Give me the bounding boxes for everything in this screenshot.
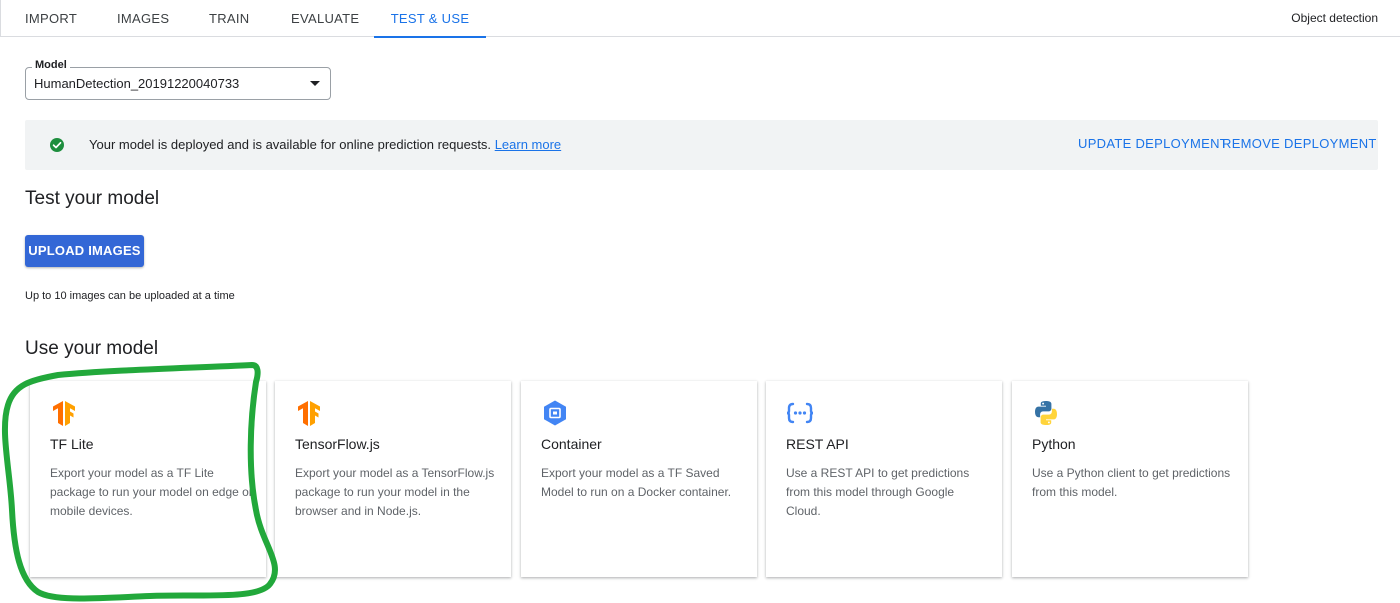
update-deployment-button[interactable]: UPDATE DEPLOYMENT — [1078, 120, 1228, 168]
deployment-message: Your model is deployed and is available … — [89, 120, 561, 170]
tab-images[interactable]: IMAGES — [117, 0, 169, 37]
upload-images-button[interactable]: UPLOAD IMAGES — [25, 235, 144, 267]
tab-test-use[interactable]: TEST & USE — [374, 0, 486, 38]
tensorflow-icon — [298, 401, 320, 426]
deployment-status-banner: Your model is deployed and is available … — [25, 120, 1378, 170]
model-type-label: Object detection — [1291, 11, 1378, 25]
tab-bar: IMPORT IMAGES TRAIN EVALUATE TEST & USE … — [0, 0, 1400, 38]
test-section-title: Test your model — [25, 188, 160, 209]
learn-more-link[interactable]: Learn more — [495, 137, 561, 152]
python-icon — [1035, 401, 1057, 425]
card-rest-api[interactable]: REST API Use a REST API to get predictio… — [766, 381, 1002, 577]
deployment-message-text: Your model is deployed and is available … — [89, 137, 492, 152]
card-description: Export your model as a TF Lite package t… — [50, 466, 253, 518]
card-tensorflow-js[interactable]: TensorFlow.js Export your model as a Ten… — [275, 381, 511, 577]
card-description: Use a Python client to get predictions f… — [1032, 466, 1231, 499]
card-description: Export your model as a TF Saved Model to… — [541, 466, 732, 499]
card-title: TF Lite — [50, 436, 94, 452]
automl-test-use-page: IMPORT IMAGES TRAIN EVALUATE TEST & USE … — [0, 0, 1400, 603]
tensorflow-icon — [53, 401, 75, 426]
card-tf-lite[interactable]: TF Lite Export your model as a TF Lite p… — [30, 381, 266, 577]
card-description: Use a REST API to get predictions from t… — [786, 466, 970, 518]
upload-helper-text: Up to 10 images can be uploaded at a tim… — [25, 290, 235, 302]
tab-evaluate[interactable]: EVALUATE — [291, 0, 359, 37]
card-title: Python — [1032, 436, 1076, 452]
tab-train[interactable]: TRAIN — [209, 0, 249, 37]
card-title: Container — [541, 436, 602, 452]
tab-import[interactable]: IMPORT — [25, 0, 77, 37]
remove-deployment-button[interactable]: REMOVE DEPLOYMENT — [1222, 120, 1377, 168]
model-select-value: HumanDetection_20191220040733 — [34, 76, 240, 91]
card-title: TensorFlow.js — [295, 436, 380, 452]
card-title: REST API — [786, 436, 849, 452]
check-circle-icon — [50, 138, 64, 152]
dropdown-arrow-icon[interactable] — [310, 81, 320, 86]
container-icon — [544, 400, 566, 426]
card-description: Export your model as a TensorFlow.js pac… — [295, 466, 495, 518]
card-container[interactable]: Container Export your model as a TF Save… — [521, 381, 757, 577]
card-python[interactable]: Python Use a Python client to get predic… — [1012, 381, 1248, 577]
model-select[interactable]: Model HumanDetection_20191220040733 — [25, 59, 331, 100]
rest-api-icon — [786, 402, 814, 424]
use-section-title: Use your model — [25, 338, 159, 359]
